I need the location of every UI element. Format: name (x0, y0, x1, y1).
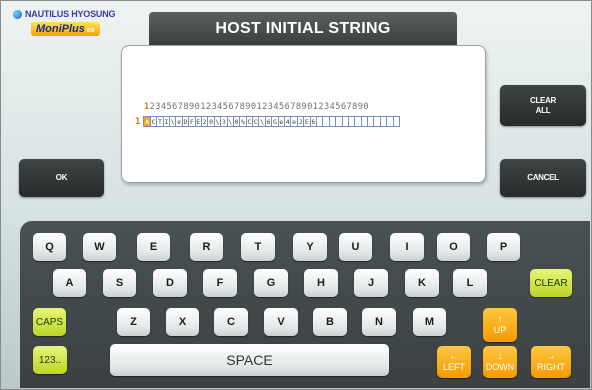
key-label: L (466, 277, 474, 289)
key-z[interactable]: Z (117, 308, 150, 336)
key-f[interactable]: F (203, 269, 237, 297)
key-label: Q (45, 241, 54, 253)
key-label: B (326, 316, 334, 328)
nautilus-logo-icon (13, 9, 22, 19)
on-screen-keyboard: Q W E R T Y U I O P A S D F G H J K L CL… (20, 221, 590, 388)
numeric-key-label: 123.. (38, 354, 62, 366)
key-j[interactable]: J (354, 269, 388, 297)
key-label: X (178, 316, 187, 328)
arrow-down-icon: ↓ (497, 351, 503, 362)
input-cell (393, 116, 401, 127)
key-label: E (149, 241, 158, 253)
down-key[interactable]: ↓ DOWN (483, 346, 517, 378)
column-ruler: 1234567890123456789012345678901234567890 (144, 102, 369, 112)
brand-logo: NAUTILUS HYOSUNG MoniPlus ex (13, 9, 143, 43)
product-name: MoniPlus (36, 23, 85, 35)
row-number: 1 (135, 116, 141, 127)
key-l[interactable]: L (453, 269, 487, 297)
left-key[interactable]: ← LEFT (437, 346, 471, 378)
key-u[interactable]: U (339, 233, 372, 261)
key-p[interactable]: P (487, 233, 520, 261)
key-label: D (166, 277, 174, 289)
key-t[interactable]: T (241, 233, 275, 261)
input-cells[interactable]: A C T I \ e D F E 2 0 \ 3 \ 0% C C \ 6 Ge 4 e J E 6 (143, 116, 401, 127)
clear-all-label: CLEAR ALL (529, 95, 557, 115)
caps-key[interactable]: CAPS (33, 308, 66, 336)
key-label: W (94, 241, 105, 253)
key-label: O (449, 241, 458, 253)
key-label: C (227, 316, 235, 328)
key-o[interactable]: O (437, 233, 470, 261)
key-w[interactable]: W (83, 233, 116, 261)
key-g[interactable]: G (254, 269, 288, 297)
key-label: V (277, 316, 285, 328)
key-label: H (317, 277, 325, 289)
arrow-right-icon: → (546, 351, 556, 362)
input-row: 1 A C T I \ e D F E 2 0 \ 3 \ 0% C C \ 6 Ge 4 e J E 6 (135, 116, 401, 127)
key-label: A (65, 277, 74, 289)
ruler-digits: 234567890123456789012345678901234567890 (149, 102, 369, 112)
key-i[interactable]: I (390, 233, 424, 261)
key-b[interactable]: B (313, 308, 347, 336)
key-x[interactable]: X (166, 308, 199, 336)
ok-button[interactable]: OK (19, 159, 104, 197)
key-label: G (266, 277, 276, 289)
space-key[interactable]: SPACE (110, 344, 389, 376)
title-bar: HOST INITIAL STRING (149, 12, 457, 45)
key-k[interactable]: K (405, 269, 439, 297)
up-key-label: UP (493, 325, 507, 335)
key-label: P (499, 241, 508, 253)
key-n[interactable]: N (362, 308, 396, 336)
down-key-label: DOWN (485, 362, 515, 372)
key-v[interactable]: V (264, 308, 298, 336)
key-label: U (351, 241, 360, 253)
key-m[interactable]: M (413, 308, 446, 336)
right-key[interactable]: → RIGHT (531, 346, 571, 378)
caps-key-label: CAPS (35, 316, 64, 328)
key-label: Z (130, 316, 137, 328)
key-s[interactable]: S (103, 269, 136, 297)
key-label: K (418, 277, 426, 289)
product-suffix: ex (86, 27, 95, 34)
company-name: NAUTILUS HYOSUNG (25, 9, 116, 19)
right-key-label: RIGHT (537, 362, 565, 372)
page-title: HOST INITIAL STRING (215, 19, 391, 37)
product-logo: MoniPlus ex (31, 22, 100, 36)
left-key-label: LEFT (442, 362, 465, 372)
cancel-button[interactable]: CANCEL (500, 159, 586, 197)
input-panel: 1234567890123456789012345678901234567890… (121, 45, 486, 183)
key-label: I (405, 241, 409, 253)
key-h[interactable]: H (304, 269, 338, 297)
arrow-up-icon: ↑ (497, 314, 503, 325)
key-label: J (367, 277, 375, 289)
key-d[interactable]: D (153, 269, 187, 297)
key-y[interactable]: Y (293, 233, 327, 261)
clear-key[interactable]: CLEAR (530, 269, 572, 297)
arrow-left-icon: ← (449, 351, 459, 362)
space-key-label: SPACE (226, 352, 273, 368)
key-e[interactable]: E (137, 233, 170, 261)
ok-label: OK (55, 173, 68, 182)
key-label: M (424, 316, 435, 328)
key-q[interactable]: Q (33, 233, 66, 261)
key-r[interactable]: R (190, 233, 223, 261)
clear-key-label: CLEAR (534, 277, 568, 289)
up-key[interactable]: ↑ UP (483, 308, 517, 342)
key-label: Y (306, 241, 314, 253)
key-a[interactable]: A (53, 269, 86, 297)
key-label: T (254, 241, 262, 253)
numeric-key[interactable]: 123.. (33, 346, 67, 374)
clear-all-button[interactable]: CLEAR ALL (500, 85, 586, 126)
key-c[interactable]: C (214, 308, 248, 336)
key-label: N (375, 316, 383, 328)
key-label: F (216, 277, 224, 289)
key-label: S (115, 277, 124, 289)
cancel-label: CANCEL (527, 173, 559, 182)
key-label: R (202, 241, 211, 253)
